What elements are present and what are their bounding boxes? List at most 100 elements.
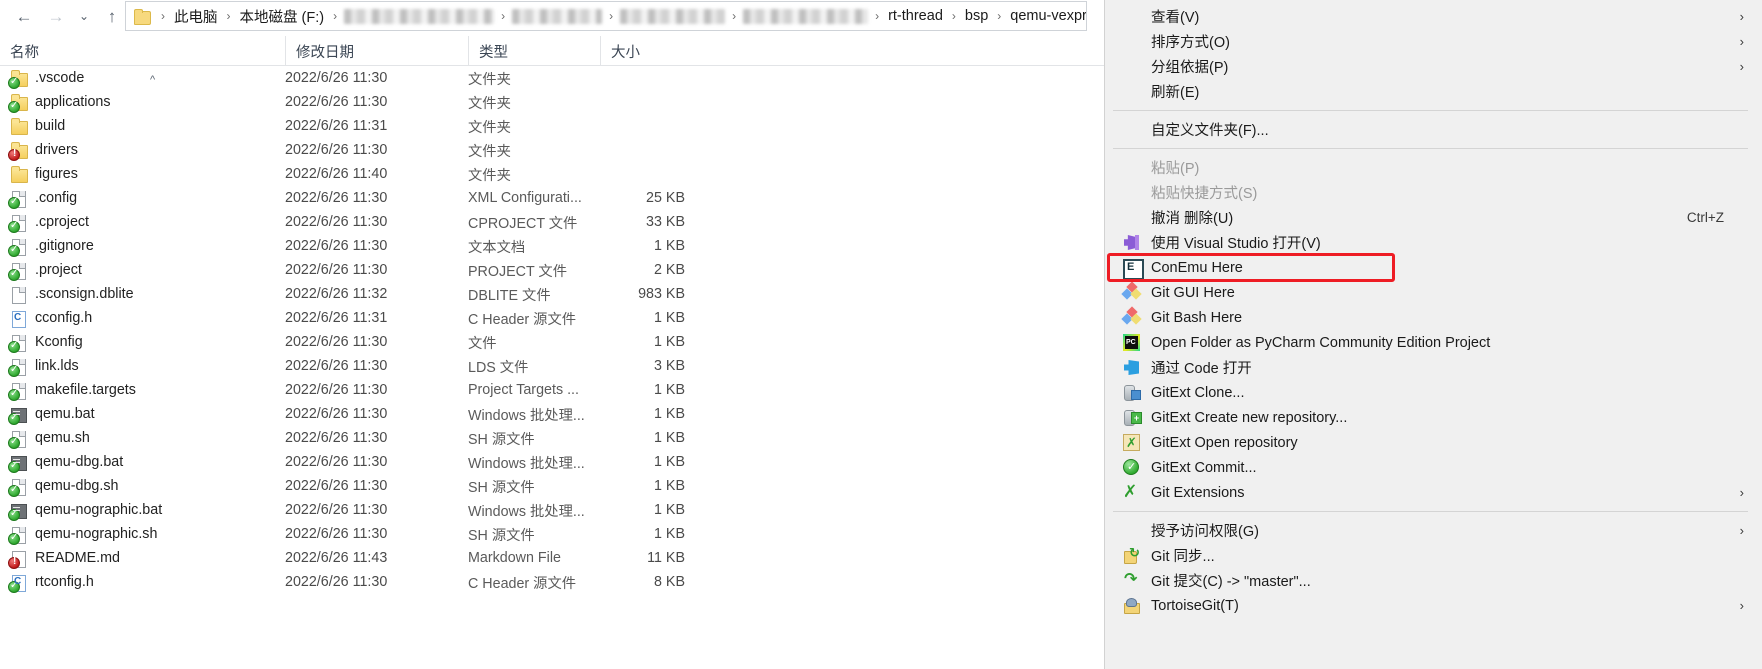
menu-item[interactable]: GitExt Commit... xyxy=(1105,455,1762,480)
menu-item[interactable]: TortoiseGit(T) › xyxy=(1105,593,1762,618)
menu-item[interactable]: Git Bash Here xyxy=(1105,305,1762,330)
file-type: XML Configurati... xyxy=(468,190,582,206)
column-header-date-modified[interactable]: 修改日期 xyxy=(285,36,468,66)
file-name-cell: Kconfig xyxy=(8,334,83,353)
file-name-cell: build xyxy=(10,117,65,135)
file-date-modified: 2022/6/26 11:43 xyxy=(285,550,388,566)
file-type: Windows 批处理... xyxy=(468,407,585,424)
file-icon xyxy=(8,358,27,377)
breadcrumb-item-redacted[interactable] xyxy=(620,8,726,24)
breadcrumb[interactable]: › 此电脑 › 本地磁盘 (F:) › › › › › rt-thread › bsp › qemu-ve… xyxy=(125,1,1087,31)
file-row[interactable]: .project 2022/6/26 11:30 PROJECT 文件 2 KB xyxy=(0,258,1104,282)
menu-item[interactable]: 刷新(E) xyxy=(1105,79,1762,104)
file-name-cell: qemu-nographic.sh xyxy=(8,526,157,545)
breadcrumb-item[interactable]: bsp xyxy=(963,8,990,24)
file-name-label: rtconfig.h xyxy=(35,574,94,590)
menu-item[interactable]: ConEmu Here xyxy=(1105,255,1762,280)
menu-item[interactable]: Git 提交(C) -> "master"... xyxy=(1105,568,1762,593)
file-row[interactable]: makefile.targets 2022/6/26 11:30 Project T… xyxy=(0,378,1104,402)
git-ok-overlay-icon xyxy=(8,76,20,89)
git-ok-overlay-icon xyxy=(8,220,20,233)
file-row[interactable]: rtconfig.h 2022/6/26 11:30 C Header 源文件 8 K… xyxy=(0,570,1104,594)
folder-icon xyxy=(8,93,28,113)
file-row[interactable]: figures 2022/6/26 11:40 文件夹 xyxy=(0,162,1104,186)
git-extensions-icon xyxy=(1123,482,1140,501)
breadcrumb-item-redacted[interactable] xyxy=(512,8,603,24)
file-size: 1 KB xyxy=(654,454,685,470)
column-header-type[interactable]: 类型 xyxy=(468,36,600,66)
breadcrumb-item[interactable]: 此电脑 xyxy=(172,6,220,27)
breadcrumb-item[interactable]: qemu-vexpress-a9 xyxy=(1008,8,1086,24)
breadcrumb-item-redacted[interactable] xyxy=(743,8,869,24)
menu-item[interactable]: 排序方式(O) › xyxy=(1105,29,1762,54)
file-row[interactable]: .vscode 2022/6/26 11:30 文件夹 xyxy=(0,66,1104,90)
menu-item[interactable]: 撤消 删除(U) Ctrl+Z xyxy=(1105,205,1762,230)
file-name-label: .gitignore xyxy=(35,238,94,254)
file-name-cell: drivers xyxy=(8,141,78,161)
menu-item[interactable]: Git GUI Here xyxy=(1105,280,1762,305)
file-icon xyxy=(8,190,27,209)
file-row[interactable]: Kconfig 2022/6/26 11:30 文件 1 KB xyxy=(0,330,1104,354)
file-row[interactable]: .config 2022/6/26 11:30 XML Configurati...… xyxy=(0,186,1104,210)
file-icon xyxy=(8,214,27,233)
file-date-modified: 2022/6/26 11:30 xyxy=(285,382,388,398)
visual-studio-icon xyxy=(1123,234,1140,251)
file-name-label: makefile.targets xyxy=(35,382,136,398)
menu-item[interactable]: 授予访问权限(G) › xyxy=(1105,518,1762,543)
file-row[interactable]: build 2022/6/26 11:31 文件夹 xyxy=(0,114,1104,138)
file-row[interactable]: cconfig.h 2022/6/26 11:31 C Header 源文件 1 KB xyxy=(0,306,1104,330)
file-row[interactable]: .cproject 2022/6/26 11:30 CPROJECT 文件 33 KB xyxy=(0,210,1104,234)
file-row[interactable]: qemu.sh 2022/6/26 11:30 SH 源文件 1 KB xyxy=(0,426,1104,450)
file-row[interactable]: qemu-dbg.sh 2022/6/26 11:30 SH 源文件 1 KB xyxy=(0,474,1104,498)
file-date-modified: 2022/6/26 11:32 xyxy=(285,286,388,302)
back-icon[interactable]: ← xyxy=(8,1,40,31)
forward-icon[interactable]: → xyxy=(40,1,72,31)
menu-item[interactable]: GitExt Open repository xyxy=(1105,430,1762,455)
file-size: 1 KB xyxy=(654,238,685,254)
menu-item[interactable]: 查看(V) › xyxy=(1105,4,1762,29)
chevron-right-icon: › xyxy=(1739,598,1744,613)
file-row[interactable]: .gitignore 2022/6/26 11:30 文本文档 1 KB xyxy=(0,234,1104,258)
file-row[interactable]: qemu-dbg.bat 2022/6/26 11:30 Windows 批处理..… xyxy=(0,450,1104,474)
menu-item[interactable]: GitExt Clone... xyxy=(1105,380,1762,405)
file-row[interactable]: qemu-nographic.sh 2022/6/26 11:30 SH 源文件 1 … xyxy=(0,522,1104,546)
breadcrumb-item[interactable]: 本地磁盘 (F:) xyxy=(238,6,327,27)
menu-item[interactable]: GitExt Create new repository... xyxy=(1105,405,1762,430)
breadcrumb-separator: › xyxy=(501,9,506,23)
recent-locations-icon[interactable]: ⌄ xyxy=(72,1,96,31)
up-icon[interactable]: ↑ xyxy=(96,1,128,31)
column-header-name[interactable]: 名称 xyxy=(0,36,285,66)
menu-item-label: TortoiseGit(T) xyxy=(1151,597,1239,614)
file-size: 1 KB xyxy=(654,406,685,422)
menu-item[interactable]: 通过 Code 打开 xyxy=(1105,355,1762,380)
file-row[interactable]: qemu.bat 2022/6/26 11:30 Windows 批处理... 1 K… xyxy=(0,402,1104,426)
breadcrumb-item[interactable]: rt-thread xyxy=(886,8,945,24)
file-type: 文件夹 xyxy=(468,95,511,112)
git-ok-overlay-icon xyxy=(8,580,20,593)
file-row[interactable]: .sconsign.dblite 2022/6/26 11:32 DBLITE 文件… xyxy=(0,282,1104,306)
menu-item[interactable]: Git 同步... xyxy=(1105,543,1762,568)
menu-item[interactable]: 自定义文件夹(F)... xyxy=(1105,117,1762,142)
gitext-commit-icon xyxy=(1123,459,1140,476)
menu-item-label: 查看(V) xyxy=(1151,10,1200,26)
file-row[interactable]: README.md 2022/6/26 11:43 Markdown File 11 … xyxy=(0,546,1104,570)
menu-item[interactable]: Open Folder as PyCharm Community Edition… xyxy=(1105,330,1762,355)
column-header-size[interactable]: 大小 xyxy=(600,36,690,66)
file-icon xyxy=(8,526,27,545)
menu-item[interactable]: 使用 Visual Studio 打开(V) xyxy=(1105,230,1762,255)
breadcrumb-item-redacted[interactable] xyxy=(344,8,495,24)
file-size: 2 KB xyxy=(654,262,685,278)
file-row[interactable]: applications 2022/6/26 11:30 文件夹 xyxy=(0,90,1104,114)
file-icon xyxy=(8,454,27,473)
breadcrumb-separator: › xyxy=(161,9,165,23)
file-row[interactable]: link.lds 2022/6/26 11:30 LDS 文件 3 KB xyxy=(0,354,1104,378)
menu-item[interactable]: Git Extensions › xyxy=(1105,480,1762,505)
file-row[interactable]: qemu-nographic.bat 2022/6/26 11:30 Windows… xyxy=(0,498,1104,522)
menu-item-shortcut: Ctrl+Z xyxy=(1686,210,1724,225)
file-date-modified: 2022/6/26 11:31 xyxy=(285,310,388,326)
file-row[interactable]: drivers 2022/6/26 11:30 文件夹 xyxy=(0,138,1104,162)
menu-item[interactable]: 分组依据(P) › xyxy=(1105,54,1762,79)
file-icon xyxy=(8,574,27,593)
file-date-modified: 2022/6/26 11:30 xyxy=(285,358,388,374)
git-gui-icon xyxy=(1121,281,1142,301)
